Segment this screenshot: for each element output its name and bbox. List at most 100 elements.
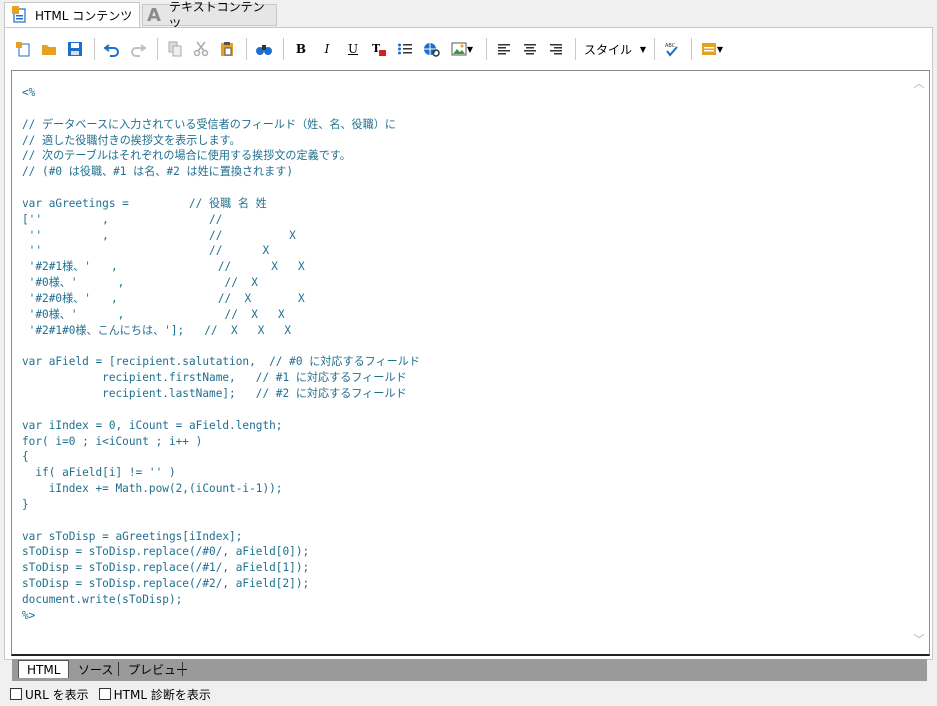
image-icon [451,41,467,57]
toolbar-separator [283,38,284,60]
code-line: // 適した役職付きの挨拶文を表示します。 [22,133,241,147]
align-right-button[interactable] [544,36,568,62]
html-diagnosis-label: HTML 診断を表示 [113,687,211,702]
code-line: %> [22,608,36,622]
code-line: sToDisp = sToDisp.replace(/#0/, aField[0… [22,545,310,559]
show-url-checkbox[interactable] [10,688,22,700]
align-center-button[interactable] [518,36,542,62]
toolbar-separator [486,38,487,60]
code-line: var iIndex = 0, iCount = aField.length; [22,418,283,432]
code-line: document.write(sToDisp); [22,593,183,606]
editor-panel: B I U T ▼ スタイル ▼ ABC ▼ <% // データベースに入力され… [4,27,933,660]
cut-button[interactable] [189,36,213,62]
spellcheck-button[interactable]: ABC [660,36,684,62]
code-line: { [22,450,29,464]
html-content-icon [11,5,27,26]
scroll-up-icon[interactable]: ︿ [911,75,927,91]
italic-label: I [324,42,330,56]
copy-icon [167,41,183,57]
code-line: if( aField[i] != '' ) [22,466,176,480]
content-tabs: HTML コンテンツ A テキストコンテンツ [0,0,937,31]
tab-source[interactable]: ソース [70,660,121,678]
svg-text:ABC: ABC [665,43,676,49]
align-right-icon [549,42,563,56]
save-button[interactable] [63,36,87,62]
find-button[interactable] [252,36,276,62]
code-line: for( i=0 ; i<iCount ; i++ ) [22,434,203,448]
code-line: iIndex += Math.pow(2,(iCount-i-1)); [22,482,283,496]
scissors-icon [193,41,209,57]
redo-button[interactable] [126,36,150,62]
globe-link-icon [422,41,440,57]
text-color-button[interactable]: T [367,36,391,62]
align-left-button[interactable] [492,36,516,62]
code-line: // 次のテーブルはそれぞれの場合に使用する挨拶文の定義です。 [22,149,351,163]
tab-html-content[interactable]: HTML コンテンツ [4,2,140,28]
align-center-icon [523,42,537,56]
code-line: recipient.firstName, // #1 に対応するフィールド [22,371,407,385]
bullet-list-icon [397,41,413,57]
code-line: sToDisp = sToDisp.replace(/#2/, aField[2… [22,577,310,591]
toolbar-separator [691,38,692,60]
code-line: recipient.lastName]; // #2 に対応するフィールド [22,387,407,401]
paste-button[interactable] [215,36,239,62]
tab-preview-label: プレビュー [128,662,189,677]
text-content-icon: A [147,4,161,26]
tab-html[interactable]: HTML [18,660,70,678]
options-bar: URL を表示 HTML 診断を表示 [10,685,221,703]
code-line: '#2#0様、' , // X X [22,291,305,305]
code-line: <% [22,86,36,99]
bullet-list-button[interactable] [393,36,417,62]
chevron-down-icon: ▼ [716,44,724,54]
toolbar-separator [575,38,576,60]
code-line: var aField = [recipient.salutation, // #… [22,355,420,369]
insert-image-button[interactable]: ▼ [445,36,479,62]
copy-button[interactable] [163,36,187,62]
italic-button[interactable]: I [315,36,339,62]
open-button[interactable] [37,36,61,62]
clipboard-icon [219,41,235,57]
scroll-down-icon[interactable]: ﹀ [911,631,927,647]
style-dropdown[interactable]: スタイル ▼ [581,37,649,61]
toolbar-separator [157,38,158,60]
code-line: ['' , // [22,212,223,226]
code-line: var aGreetings = // 役職 名 姓 [22,196,267,210]
insert-block-button[interactable]: ▼ [697,36,727,62]
vertical-scrollbar[interactable]: ︿ ﹀ [911,73,927,649]
new-document-icon [15,41,31,57]
tab-html-label: HTML [27,662,61,677]
code-line: '' // X [22,244,270,258]
code-line: // (#0 は役職、#1 は名、#2 は姓に置換されます) [22,165,294,179]
view-mode-tabs: HTML ソース プレビュー [12,659,927,681]
binoculars-icon [255,41,273,57]
show-url-label: URL を表示 [25,687,89,702]
code-line: '#2#1様、' , // X X [22,260,305,274]
spellcheck-icon: ABC [664,41,680,57]
code-line: '#2#1#0様、こんにちは、']; // X X X [22,323,292,337]
text-color-icon: T [371,41,387,57]
tab-preview[interactable]: プレビュー [120,660,196,678]
chevron-down-icon: ▼ [639,44,646,54]
block-icon [701,42,717,56]
tab-source-label: ソース [78,662,114,677]
undo-button[interactable] [100,36,124,62]
new-document-button[interactable] [11,36,35,62]
tab-divider [118,662,119,676]
code-line: '#0様、' , // X [22,276,258,290]
insert-link-button[interactable] [419,36,443,62]
tab-text-content[interactable]: A テキストコンテンツ [142,0,277,31]
underline-button[interactable]: U [341,36,365,62]
underline-label: U [347,42,359,56]
redo-icon [130,41,146,57]
html-source-editor[interactable]: <% // データベースに入力されている受信者のフィールド（姓、名、役職）に //… [11,70,930,656]
tab-divider [182,662,183,676]
code-content[interactable]: <% // データベースに入力されている受信者のフィールド（姓、名、役職）に //… [22,85,899,624]
bold-button[interactable]: B [289,36,313,62]
code-line: '' , // X [22,228,296,242]
html-diagnosis-checkbox[interactable] [98,688,111,700]
